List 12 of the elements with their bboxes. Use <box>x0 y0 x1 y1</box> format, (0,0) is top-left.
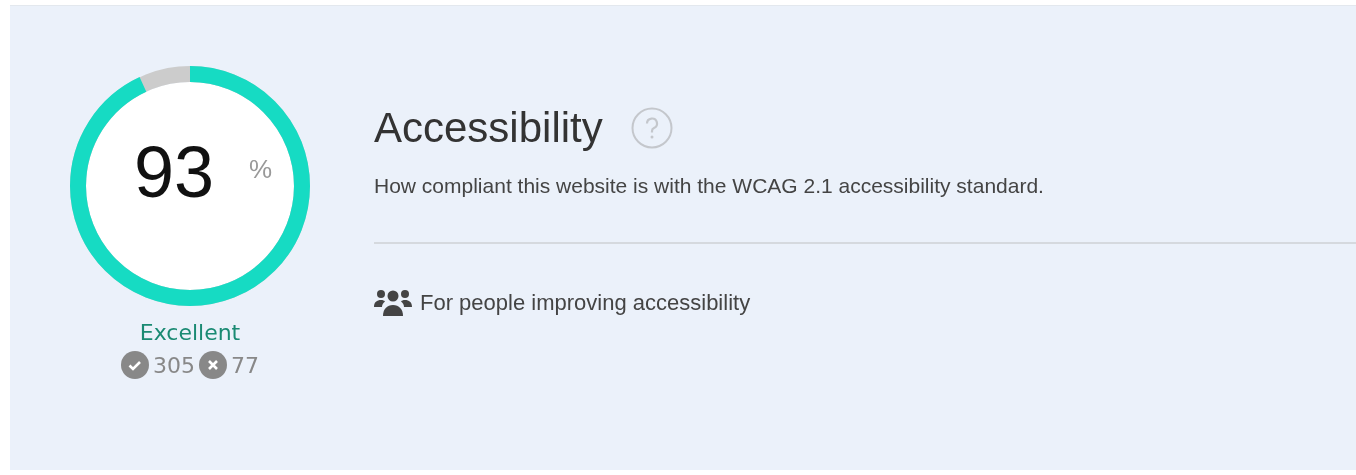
rating-label: Excellent <box>139 320 241 345</box>
score-value: 93 <box>134 136 215 208</box>
audience-label: For people improving accessibility <box>420 290 751 316</box>
help-icon[interactable] <box>630 107 673 149</box>
section-title: Accessibility <box>374 104 603 152</box>
check-icon <box>121 351 149 379</box>
failed-count: 77 <box>231 352 259 378</box>
description: How compliant this website is with the WCAG 2.1 accessibility standard. <box>374 174 1045 198</box>
percent-sign: % <box>249 156 273 182</box>
people-icon <box>374 288 412 318</box>
passed-count: 305 <box>153 352 195 378</box>
cross-icon <box>199 351 227 379</box>
